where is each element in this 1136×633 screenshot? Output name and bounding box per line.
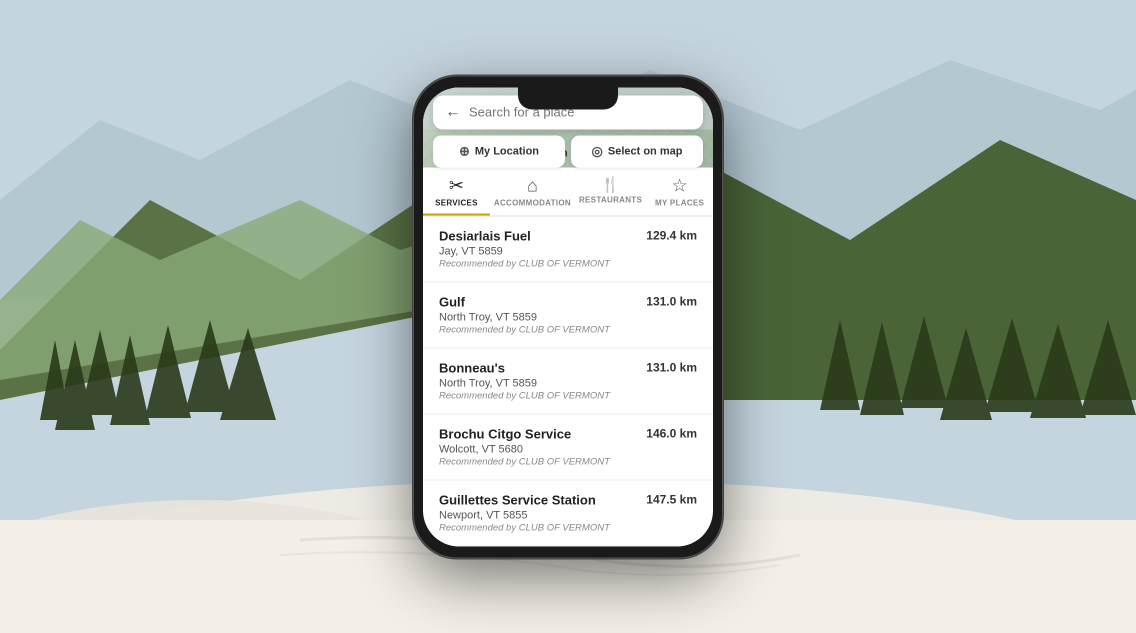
- item-distance: 131.0 km: [646, 294, 697, 308]
- phone-notch: [518, 87, 618, 109]
- my-location-button[interactable]: ⊕ My Location: [433, 135, 565, 167]
- item-recommended: Recommended by CLUB OF VERMONT: [439, 258, 638, 269]
- item-address: North Troy, VT 5859: [439, 311, 638, 323]
- list-item[interactable]: Brochu Citgo Service Wolcott, VT 5680 Re…: [423, 414, 713, 480]
- location-buttons: ⊕ My Location ◎ Select on map: [433, 135, 703, 167]
- tab-accommodation-label: ACCOMMODATION: [494, 198, 571, 207]
- item-address: Newport, VT 5855: [439, 509, 638, 521]
- list-item-content: Bonneau's North Troy, VT 5859 Recommende…: [439, 360, 638, 401]
- item-address: Wolcott, VT 5680: [439, 443, 638, 455]
- services-icon: ✂: [449, 175, 464, 196]
- item-distance: 147.5 km: [646, 492, 697, 506]
- item-name: Gulf: [439, 294, 638, 309]
- list-item-content: Guillettes Service Station Newport, VT 5…: [439, 492, 638, 533]
- phone-wrapper: 9:41 ●●● ▾ ▮ North Hyde ←: [413, 75, 723, 558]
- item-distance: 146.0 km: [646, 426, 697, 440]
- item-name: Brochu Citgo Service: [439, 426, 638, 441]
- tab-services-label: SERVICES: [435, 198, 478, 207]
- list-item-content: Gulf North Troy, VT 5859 Recommended by …: [439, 294, 638, 335]
- tab-my-places-label: MY PLACES: [655, 198, 704, 207]
- accommodation-icon: ⌂: [527, 175, 538, 196]
- star-icon: ☆: [672, 175, 688, 196]
- pin-icon: ◎: [592, 143, 603, 159]
- item-name: Guillettes Service Station: [439, 492, 638, 507]
- phone-screen: 9:41 ●●● ▾ ▮ North Hyde ←: [423, 87, 713, 546]
- item-recommended: Recommended by CLUB OF VERMONT: [439, 522, 638, 533]
- back-icon[interactable]: ←: [445, 103, 461, 121]
- item-address: Jay, VT 5859: [439, 245, 638, 257]
- list-item[interactable]: Bonneau's North Troy, VT 5859 Recommende…: [423, 348, 713, 414]
- item-recommended: Recommended by CLUB OF VERMONT: [439, 456, 638, 467]
- my-location-label: My Location: [475, 145, 539, 157]
- list-item[interactable]: Guillettes Service Station Newport, VT 5…: [423, 480, 713, 546]
- crosshair-icon: ⊕: [459, 143, 470, 159]
- services-list: Desiarlais Fuel Jay, VT 5859 Recommended…: [423, 216, 713, 546]
- list-item-content: Brochu Citgo Service Wolcott, VT 5680 Re…: [439, 426, 638, 467]
- item-recommended: Recommended by CLUB OF VERMONT: [439, 390, 638, 401]
- restaurants-icon: 🍴: [601, 175, 620, 193]
- select-on-map-button[interactable]: ◎ Select on map: [571, 135, 703, 167]
- list-item-content: Desiarlais Fuel Jay, VT 5859 Recommended…: [439, 228, 638, 269]
- item-distance: 129.4 km: [646, 228, 697, 242]
- list-item[interactable]: Gulf North Troy, VT 5859 Recommended by …: [423, 282, 713, 348]
- list-item[interactable]: Desiarlais Fuel Jay, VT 5859 Recommended…: [423, 216, 713, 282]
- item-name: Bonneau's: [439, 360, 638, 375]
- select-on-map-label: Select on map: [608, 145, 683, 157]
- item-distance: 131.0 km: [646, 360, 697, 374]
- item-address: North Troy, VT 5859: [439, 377, 638, 389]
- tab-restaurants-label: RESTAURANTS: [579, 195, 642, 204]
- item-name: Desiarlais Fuel: [439, 228, 638, 243]
- phone-frame: 9:41 ●●● ▾ ▮ North Hyde ←: [413, 75, 723, 558]
- item-recommended: Recommended by CLUB OF VERMONT: [439, 324, 638, 335]
